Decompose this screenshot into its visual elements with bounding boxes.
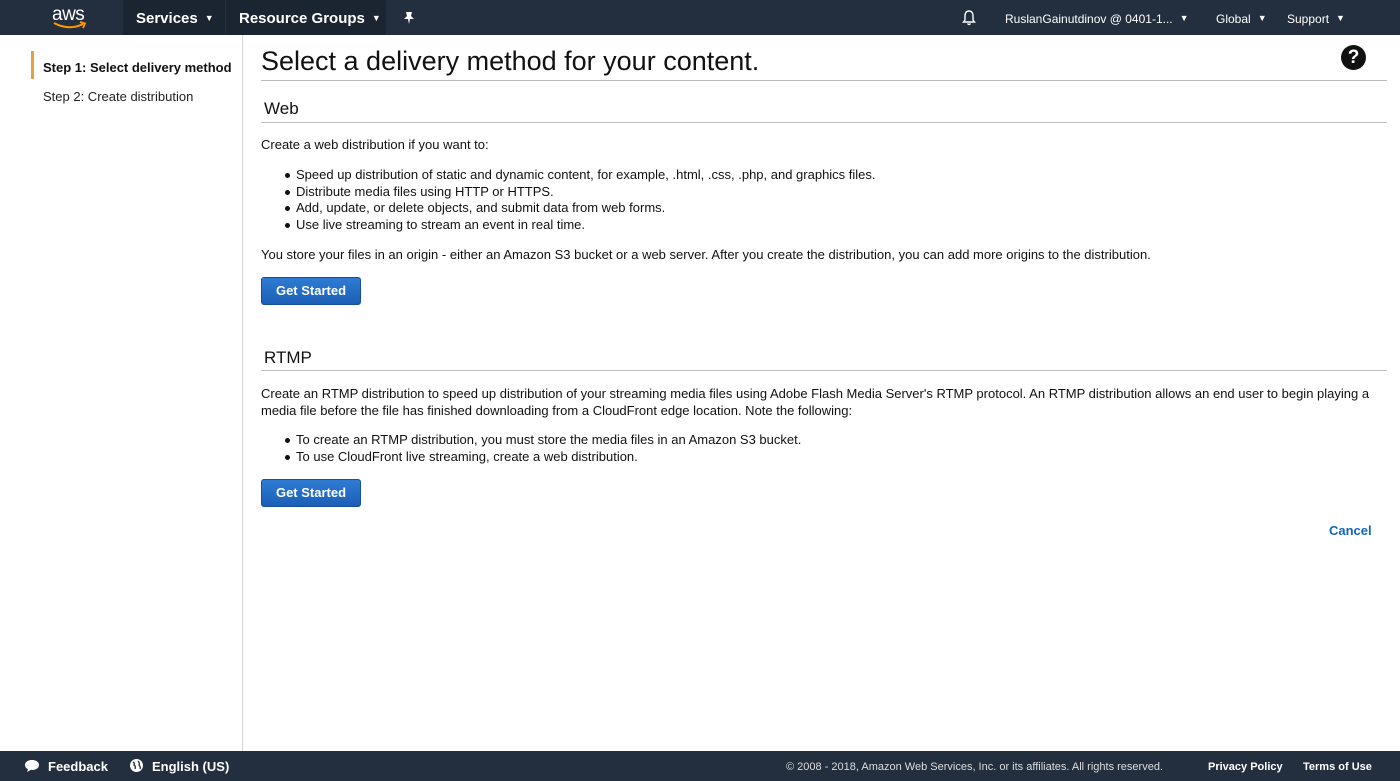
cancel-link[interactable]: Cancel <box>1329 523 1372 538</box>
bell-icon[interactable] <box>962 0 990 35</box>
list-item: To use CloudFront live streaming, create… <box>284 449 801 466</box>
support-menu[interactable]: Support ▼ <box>1287 0 1345 35</box>
top-navigation-bar: aws Services ▼ Resource Groups ▼ RuslanGai… <box>0 0 1400 35</box>
web-bullet-list: Speed up distribution of static and dyna… <box>285 167 876 234</box>
globe-icon <box>129 753 144 781</box>
web-section-heading: Web <box>264 99 299 118</box>
help-icon[interactable]: ? <box>1341 45 1366 70</box>
web-section-divider <box>261 122 1387 123</box>
speech-bubble-icon <box>24 753 40 781</box>
chevron-down-icon: ▼ <box>204 13 214 23</box>
copyright-text: © 2008 - 2018, Amazon Web Services, Inc.… <box>786 761 1163 773</box>
services-label: Services <box>136 10 198 27</box>
services-menu[interactable]: Services ▼ <box>123 0 225 35</box>
resource-groups-menu[interactable]: Resource Groups ▼ <box>226 0 386 35</box>
console-footer: Feedback English (US) © 2008 - 2018, Ama… <box>0 751 1400 781</box>
sidebar-step-2[interactable]: Step 2: Create distribution <box>31 89 193 105</box>
web-origin-note: You store your files in an origin - eith… <box>261 247 1151 262</box>
list-item: Use live streaming to stream an event in… <box>285 217 876 234</box>
web-intro-text: Create a web distribution if you want to… <box>261 137 489 152</box>
chevron-down-icon: ▼ <box>1179 13 1189 23</box>
aws-smile-icon <box>53 21 87 29</box>
rtmp-intro-text: Create an RTMP distribution to speed up … <box>261 386 1370 418</box>
language-selector[interactable]: English (US) <box>129 751 229 781</box>
region-menu[interactable]: Global ▼ <box>1216 0 1267 35</box>
list-item: Add, update, or delete objects, and subm… <box>285 200 876 217</box>
aws-logo[interactable]: aws <box>52 4 92 32</box>
account-menu[interactable]: RuslanGainutdinov @ 0401-1... ▼ <box>1005 0 1189 35</box>
rtmp-section-divider <box>261 370 1387 371</box>
wizard-sidebar: Step 1: Select delivery method Step 2: C… <box>0 35 243 751</box>
resource-groups-label: Resource Groups <box>239 10 365 27</box>
chevron-down-icon: ▼ <box>1257 13 1267 23</box>
pin-icon[interactable] <box>398 0 420 35</box>
language-label: English (US) <box>152 759 230 774</box>
feedback-label: Feedback <box>48 759 108 774</box>
account-label: RuslanGainutdinov @ 0401-1... <box>1005 12 1173 26</box>
chevron-down-icon: ▼ <box>1336 13 1345 23</box>
privacy-policy-link[interactable]: Privacy Policy <box>1208 751 1283 781</box>
page-title: Select a delivery method for your conten… <box>261 46 760 76</box>
terms-of-use-link[interactable]: Terms of Use <box>1303 751 1372 781</box>
web-get-started-button[interactable]: Get Started <box>261 277 361 305</box>
rtmp-get-started-button[interactable]: Get Started <box>261 479 361 507</box>
title-divider <box>261 80 1387 81</box>
rtmp-bullet-list: To create an RTMP distribution, you must… <box>284 432 802 466</box>
feedback-button[interactable]: Feedback <box>24 751 108 781</box>
list-item: Speed up distribution of static and dyna… <box>285 167 876 182</box>
region-label: Global <box>1216 12 1251 26</box>
sidebar-step-1[interactable]: Step 1: Select delivery method <box>31 51 232 79</box>
chevron-down-icon: ▼ <box>371 13 381 23</box>
rtmp-section-heading: RTMP <box>264 348 312 367</box>
list-item: Distribute media files using HTTP or HTT… <box>285 184 876 201</box>
support-label: Support <box>1287 12 1330 26</box>
list-item: To create an RTMP distribution, you must… <box>284 432 802 447</box>
